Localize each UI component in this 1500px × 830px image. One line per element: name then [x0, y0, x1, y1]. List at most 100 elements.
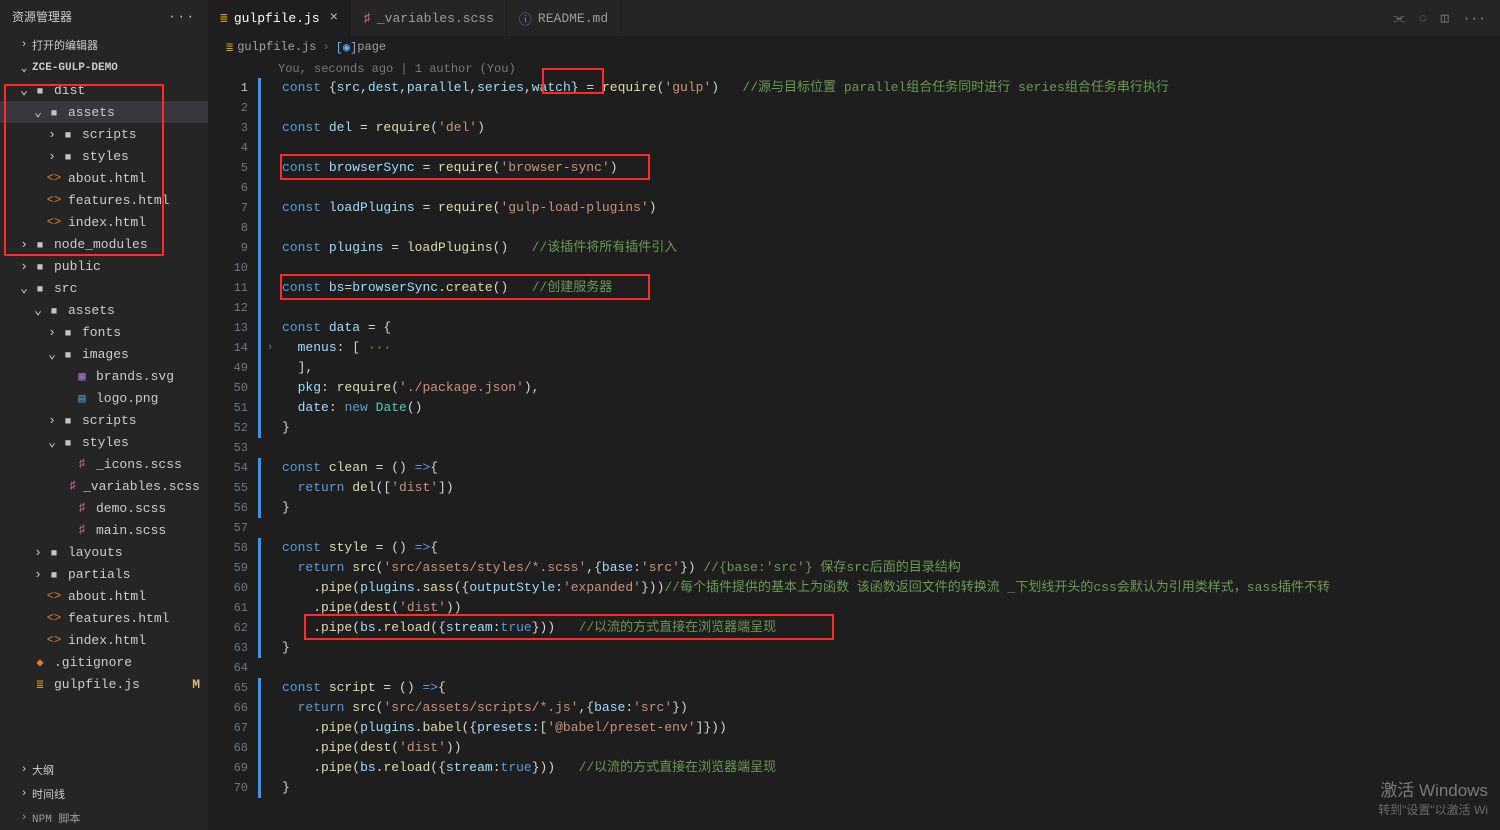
tree-file[interactable]: ♯main.scss	[0, 519, 208, 541]
project-root-section[interactable]: ⌄ ZCE-GULP-DEMO	[0, 57, 208, 79]
npm-scripts-section[interactable]: › NPM 脚本	[0, 806, 208, 830]
code-line[interactable]: .pipe(bs.reload({stream:true})) //以流的方式直…	[278, 618, 1500, 638]
fold-cell[interactable]	[262, 718, 278, 738]
fold-cell[interactable]	[262, 678, 278, 698]
split-editor-icon[interactable]: ◫	[1441, 11, 1449, 26]
tree-folder[interactable]: ⌄◾src	[0, 277, 208, 299]
code-line[interactable]: const script = () =>{	[278, 678, 1500, 698]
tree-folder[interactable]: ⌄◾styles	[0, 431, 208, 453]
fold-cell[interactable]	[262, 218, 278, 238]
tree-file[interactable]: <>features.html	[0, 189, 208, 211]
fold-cell[interactable]	[262, 418, 278, 438]
tree-file[interactable]: ▦brands.svg	[0, 365, 208, 387]
code-line[interactable]: const del = require('del')	[278, 118, 1500, 138]
code-line[interactable]: const plugins = loadPlugins() //该插件将所有插件…	[278, 238, 1500, 258]
tree-folder[interactable]: ›◾styles	[0, 145, 208, 167]
fold-cell[interactable]	[262, 698, 278, 718]
run-icon-circle[interactable]: ◌	[1419, 11, 1427, 26]
tree-file[interactable]: <>about.html	[0, 167, 208, 189]
git-compare-icon[interactable]: ⫘	[1393, 11, 1405, 26]
code-line[interactable]	[278, 258, 1500, 278]
fold-cell[interactable]	[262, 158, 278, 178]
tree-folder[interactable]: ›◾node_modules	[0, 233, 208, 255]
code-line[interactable]	[278, 98, 1500, 118]
code-line[interactable]	[278, 178, 1500, 198]
tree-file[interactable]: ♯_icons.scss	[0, 453, 208, 475]
code-line[interactable]: const {src,dest,parallel,series,watch} =…	[278, 78, 1500, 98]
editor-tab[interactable]: ⓘREADME.md	[507, 0, 621, 36]
fold-cell[interactable]	[262, 298, 278, 318]
fold-cell[interactable]	[262, 458, 278, 478]
tree-folder[interactable]: ›◾partials	[0, 563, 208, 585]
fold-cell[interactable]	[262, 658, 278, 678]
code-line[interactable]: return src('src/assets/scripts/*.js',{ba…	[278, 698, 1500, 718]
code-line[interactable]: }	[278, 638, 1500, 658]
tree-folder[interactable]: ⌄◾images	[0, 343, 208, 365]
fold-cell[interactable]	[262, 778, 278, 798]
code-line[interactable]: }	[278, 418, 1500, 438]
tree-folder[interactable]: ›◾fonts	[0, 321, 208, 343]
fold-cell[interactable]	[262, 638, 278, 658]
code-line[interactable]: }	[278, 778, 1500, 798]
code-line[interactable]: const bs=browserSync.create() //创建服务器	[278, 278, 1500, 298]
code-content[interactable]: const {src,dest,parallel,series,watch} =…	[278, 58, 1500, 830]
tree-file[interactable]: ▤logo.png	[0, 387, 208, 409]
fold-cell[interactable]	[262, 178, 278, 198]
tree-folder[interactable]: ⌄◾assets	[0, 299, 208, 321]
open-editors-section[interactable]: › 打开的编辑器	[0, 33, 208, 57]
more-actions-icon[interactable]: ···	[1463, 11, 1486, 26]
explorer-actions-icon[interactable]: ···	[168, 10, 196, 24]
fold-cell[interactable]	[262, 518, 278, 538]
timeline-section[interactable]: › 时间线	[0, 782, 208, 806]
code-line[interactable]	[278, 218, 1500, 238]
fold-cell[interactable]	[262, 358, 278, 378]
tree-file[interactable]: ♯_variables.scss	[0, 475, 208, 497]
code-line[interactable]: return del(['dist'])	[278, 478, 1500, 498]
tree-folder[interactable]: ⌄◾assets	[0, 101, 208, 123]
breadcrumb[interactable]: ≣ gulpfile.js › [◉] page	[208, 36, 1500, 58]
tree-folder[interactable]: ›◾public	[0, 255, 208, 277]
fold-cell[interactable]	[262, 378, 278, 398]
editor-tab[interactable]: ≣gulpfile.js×	[208, 0, 351, 36]
code-line[interactable]	[278, 438, 1500, 458]
code-line[interactable]: const loadPlugins = require('gulp-load-p…	[278, 198, 1500, 218]
fold-cell[interactable]	[262, 118, 278, 138]
fold-cell[interactable]	[262, 598, 278, 618]
fold-cell[interactable]	[262, 558, 278, 578]
code-line[interactable]: const style = () =>{	[278, 538, 1500, 558]
tree-folder[interactable]: ⌄◾dist	[0, 79, 208, 101]
code-line[interactable]: return src('src/assets/styles/*.scss',{b…	[278, 558, 1500, 578]
fold-cell[interactable]	[262, 618, 278, 638]
fold-cell[interactable]	[262, 238, 278, 258]
code-line[interactable]: menus: [ ···	[278, 338, 1500, 358]
code-line[interactable]: const data = {	[278, 318, 1500, 338]
fold-cell[interactable]	[262, 278, 278, 298]
fold-cell[interactable]	[262, 738, 278, 758]
tree-file[interactable]: <>features.html	[0, 607, 208, 629]
fold-cell[interactable]	[262, 538, 278, 558]
fold-cell[interactable]	[262, 758, 278, 778]
code-line[interactable]	[278, 518, 1500, 538]
code-line[interactable]: pkg: require('./package.json'),	[278, 378, 1500, 398]
fold-cell[interactable]	[262, 578, 278, 598]
fold-cell[interactable]	[262, 258, 278, 278]
editor-tab[interactable]: ♯_variables.scss	[351, 0, 507, 36]
fold-cell[interactable]	[262, 318, 278, 338]
code-line[interactable]: .pipe(bs.reload({stream:true})) //以流的方式直…	[278, 758, 1500, 778]
fold-cell[interactable]	[262, 478, 278, 498]
fold-cell[interactable]	[262, 78, 278, 98]
code-line[interactable]: }	[278, 498, 1500, 518]
fold-cell[interactable]	[262, 98, 278, 118]
code-editor[interactable]: You, seconds ago | 1 author (You) 123456…	[208, 58, 1500, 830]
tree-folder[interactable]: ›◾scripts	[0, 409, 208, 431]
fold-cell[interactable]	[262, 398, 278, 418]
code-line[interactable]: .pipe(plugins.sass({outputStyle:'expande…	[278, 578, 1500, 598]
code-line[interactable]	[278, 298, 1500, 318]
tree-file[interactable]: ◆.gitignore	[0, 651, 208, 673]
tree-file[interactable]: <>index.html	[0, 211, 208, 233]
fold-cell[interactable]	[262, 498, 278, 518]
code-line[interactable]: const browserSync = require('browser-syn…	[278, 158, 1500, 178]
tree-folder[interactable]: ›◾scripts	[0, 123, 208, 145]
code-line[interactable]: .pipe(dest('dist'))	[278, 738, 1500, 758]
code-line[interactable]: .pipe(dest('dist'))	[278, 598, 1500, 618]
